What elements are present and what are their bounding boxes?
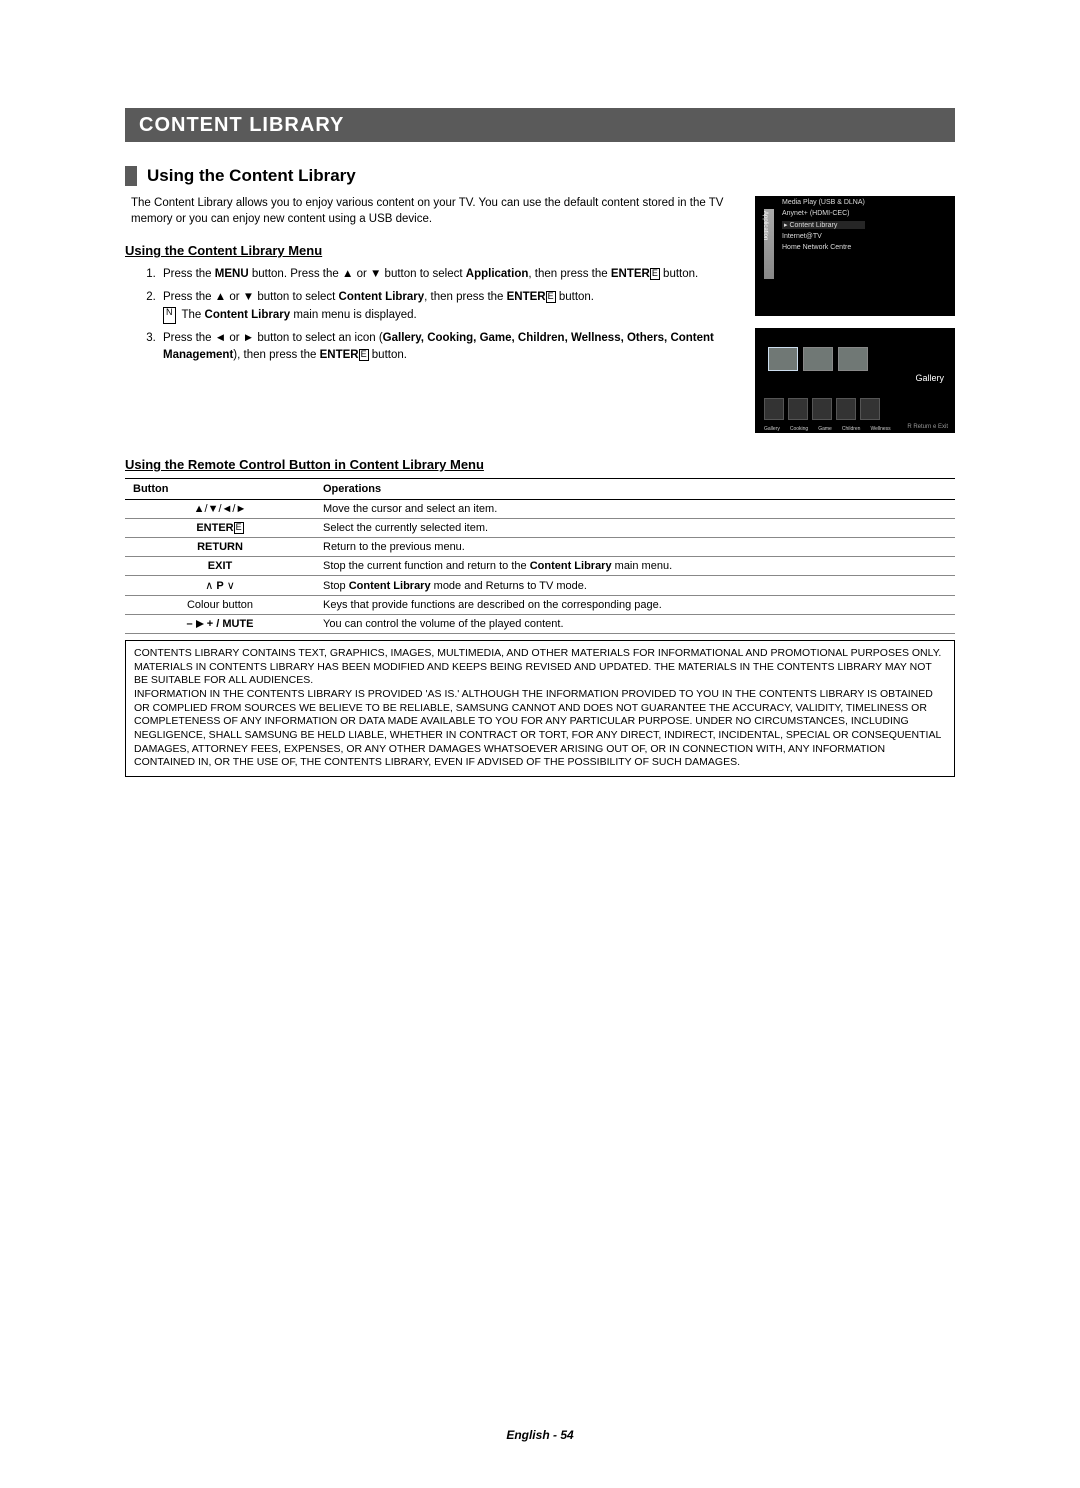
menu-item-selected: ▸ Content Library	[782, 221, 865, 229]
volume-icon	[196, 620, 204, 628]
sidebar-label: Application	[762, 211, 768, 240]
menu-item: Anynet+ (HDMI-CEC)	[782, 210, 865, 217]
subheading-menu: Using the Content Library Menu	[125, 243, 741, 258]
th-button: Button	[125, 479, 315, 500]
menu-item: Media Play (USB & DLNA)	[782, 199, 865, 206]
menu-item: Home Network Centre	[782, 244, 865, 251]
screenshot-footer: R Return e Exit	[907, 424, 948, 430]
title-bar: CONTENT LIBRARY	[125, 108, 955, 142]
page-footer: English - 54	[0, 1428, 1080, 1442]
steps-list: Press the MENU button. Press the ▲ or ▼ …	[125, 266, 741, 363]
table-row: ENTERE Select the currently selected ite…	[125, 519, 955, 538]
enter-icon: E	[546, 291, 556, 303]
disclaimer-box: CONTENTS LIBRARY CONTAINS TEXT, GRAPHICS…	[125, 640, 955, 777]
section-title: Using the Content Library	[147, 166, 356, 186]
section-header: Using the Content Library	[125, 166, 955, 186]
table-row: – + / MUTE You can control the volume of…	[125, 615, 955, 634]
th-operations: Operations	[315, 479, 955, 500]
up-icon: ∧	[205, 580, 213, 592]
menu-item: Internet@TV	[782, 233, 865, 240]
enter-icon: E	[359, 349, 369, 361]
category-icon	[860, 398, 880, 420]
table-row: Colour button Keys that provide function…	[125, 596, 955, 615]
table-row: EXIT Stop the current function and retur…	[125, 557, 955, 576]
table-row: ∧ P ∨ Stop Content Library mode and Retu…	[125, 576, 955, 596]
category-icon	[764, 398, 784, 420]
menu-screenshot-1: Application Media Play (USB & DLNA) Anyn…	[755, 196, 955, 316]
thumb-icon	[838, 347, 868, 371]
category-icon	[812, 398, 832, 420]
operations-table: Button Operations ▲/▼/◄/► Move the curso…	[125, 478, 955, 634]
step-3: Press the ◄ or ► button to select an ico…	[159, 330, 741, 363]
section-marker-icon	[125, 166, 137, 186]
table-row: RETURN Return to the previous menu.	[125, 538, 955, 557]
category-icon	[836, 398, 856, 420]
category-icon	[788, 398, 808, 420]
down-icon: ∨	[227, 580, 235, 592]
menu-screenshot-2: Gallery Gallery Cooking Game Children We…	[755, 328, 955, 433]
step-2: Press the ▲ or ▼ button to select Conten…	[159, 289, 741, 324]
gallery-label: Gallery	[915, 373, 944, 383]
subheading-remote: Using the Remote Control Button in Conte…	[125, 457, 955, 472]
thumb-icon	[768, 347, 798, 371]
thumb-icon	[803, 347, 833, 371]
intro-text: The Content Library allows you to enjoy …	[125, 196, 741, 227]
note-icon: N	[163, 307, 176, 324]
enter-icon: E	[234, 522, 244, 534]
table-row: ▲/▼/◄/► Move the cursor and select an it…	[125, 500, 955, 519]
step-1: Press the MENU button. Press the ▲ or ▼ …	[159, 266, 741, 283]
enter-icon: E	[650, 268, 660, 280]
